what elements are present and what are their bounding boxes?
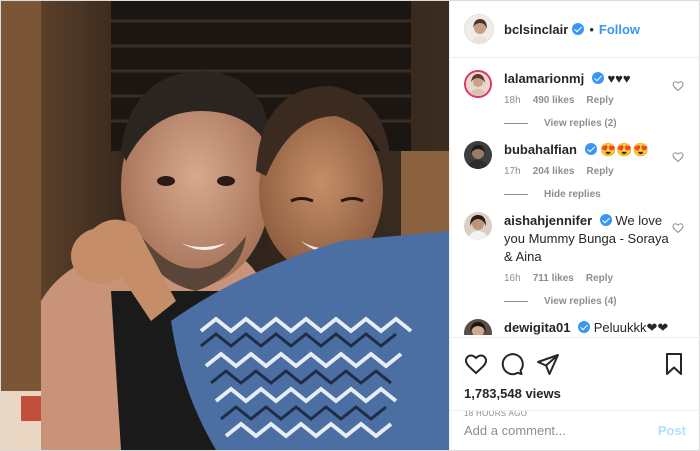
comment-item: bubahalfian 😍😍😍 17h 204 likes Reply — [464, 129, 686, 177]
like-comment-heart-icon[interactable] — [672, 80, 684, 92]
commenter-avatar[interactable] — [464, 70, 492, 98]
comments-list[interactable]: lalamarionmj ♥♥♥ 18h 490 likes Reply View … — [450, 58, 700, 335]
bookmark-icon[interactable] — [662, 352, 686, 376]
like-comment-heart-icon[interactable] — [672, 151, 684, 163]
comment-item: aishahjennifer We love you Mummy Bunga -… — [464, 200, 686, 284]
verified-badge-icon — [584, 143, 597, 155]
instagram-post: bclsinclair • Follow lalamarionmj ♥♥♥ 18… — [0, 0, 700, 451]
comment-item: lalamarionmj ♥♥♥ 18h 490 likes Reply — [464, 58, 686, 106]
follow-button[interactable]: Follow — [599, 22, 640, 37]
verified-badge-icon — [599, 214, 612, 226]
comment-username[interactable]: aishahjennifer — [504, 213, 592, 228]
comment-username[interactable]: lalamarionmj — [504, 71, 584, 86]
separator-dot: • — [589, 21, 594, 37]
view-replies-toggle[interactable]: View replies (2) — [504, 118, 686, 129]
commenter-avatar[interactable] — [464, 319, 492, 335]
heart-outline-icon[interactable] — [464, 352, 488, 376]
comment-username[interactable]: bubahalfian — [504, 142, 577, 157]
verified-badge-icon — [591, 72, 604, 84]
replies-divider — [504, 301, 528, 302]
share-icon[interactable] — [536, 352, 560, 376]
post-comment-button[interactable]: Post — [658, 423, 686, 438]
comment-likes[interactable]: 204 likes — [533, 166, 575, 177]
comment-username[interactable]: dewigita01 — [504, 320, 570, 335]
comment-text: ♥♥♥ — [607, 71, 631, 86]
comment-time[interactable]: 18h — [504, 95, 521, 106]
author-avatar[interactable] — [464, 14, 494, 44]
comment-likes[interactable]: 490 likes — [533, 95, 575, 106]
commenter-avatar[interactable] — [464, 141, 492, 169]
replies-label: Hide replies — [544, 189, 601, 200]
replies-label: View replies (4) — [544, 296, 617, 307]
video-frame-image — [1, 1, 449, 450]
post-sidebar: bclsinclair • Follow lalamarionmj ♥♥♥ 18… — [449, 1, 700, 450]
reply-button[interactable]: Reply — [586, 166, 613, 177]
replies-divider — [504, 123, 528, 124]
like-comment-heart-icon[interactable] — [672, 222, 684, 234]
reply-button[interactable]: Reply — [586, 273, 613, 284]
author-username[interactable]: bclsinclair — [504, 22, 568, 37]
comment-time[interactable]: 17h — [504, 166, 521, 177]
comment-item: dewigita01 Peluukkk❤❤❤ — [464, 307, 686, 335]
comment-text: 😍😍😍 — [600, 142, 649, 157]
comment-time[interactable]: 16h — [504, 273, 521, 284]
replies-divider — [504, 194, 528, 195]
comment-input[interactable] — [464, 423, 658, 438]
verified-badge-icon — [572, 23, 585, 35]
post-header: bclsinclair • Follow — [450, 1, 699, 58]
action-icons — [464, 346, 686, 382]
replies-label: View replies (2) — [544, 118, 617, 129]
post-video[interactable] — [1, 1, 449, 450]
reply-button[interactable]: Reply — [586, 95, 613, 106]
verified-badge-icon — [578, 321, 591, 333]
view-replies-toggle[interactable]: View replies (4) — [504, 296, 686, 307]
view-count[interactable]: 1,783,548 views — [464, 386, 686, 401]
comment-likes[interactable]: 711 likes — [533, 273, 574, 284]
commenter-avatar[interactable] — [464, 212, 492, 240]
hide-replies-toggle[interactable]: Hide replies — [504, 189, 686, 200]
add-comment-bar: Post — [450, 410, 700, 450]
comment-icon[interactable] — [500, 352, 524, 376]
